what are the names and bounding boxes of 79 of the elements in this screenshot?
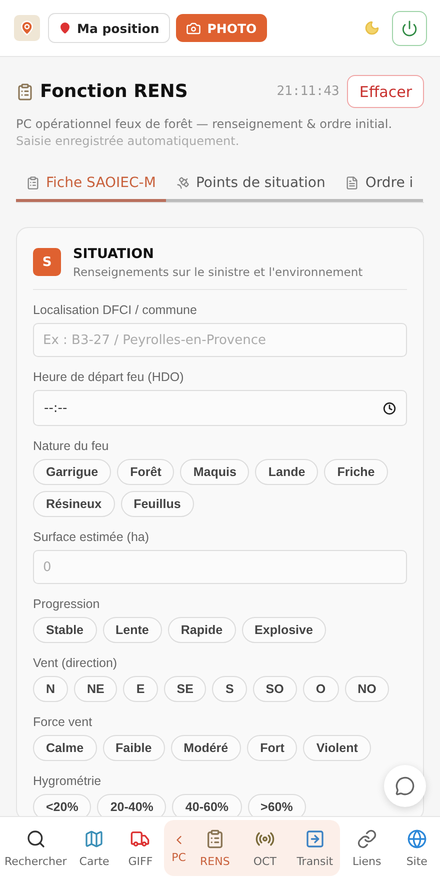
tab[interactable]: Points de situation [166, 168, 336, 202]
input-field[interactable]: Ex : B3-27 / Peyrolles-en-Provence [33, 323, 407, 357]
option-chip[interactable]: Explosive [242, 617, 326, 643]
field-label: Vent (direction) [33, 656, 118, 670]
map-icon [84, 828, 104, 848]
camera-icon [186, 20, 202, 36]
nav-item[interactable]: Carte [71, 820, 118, 876]
photo-button[interactable]: PHOTO [176, 14, 267, 42]
option-chip[interactable]: SO [252, 676, 297, 702]
option-chip[interactable]: O [302, 676, 339, 702]
option-chip[interactable]: Maquis [180, 459, 250, 485]
clock-icon [383, 402, 396, 414]
link-icon [356, 828, 377, 848]
page-description: PC opérationnel feux de forêt — renseignement & ordre initial. Saisie enregistrée automatiquement. [16, 116, 394, 150]
option-chip[interactable]: Lente [102, 617, 162, 643]
back-button[interactable]: PC [168, 820, 190, 876]
clipboard-icon [26, 176, 40, 190]
option-chip[interactable]: Fort [247, 735, 298, 761]
field-label: Force vent [33, 715, 94, 729]
tab[interactable]: Ordre i [335, 168, 424, 202]
chat-icon [395, 776, 415, 796]
tab[interactable]: Fiche SAOIEC-M [16, 168, 166, 202]
arrow-right-icon [304, 828, 325, 848]
nav-item[interactable]: Rechercher [0, 820, 72, 876]
field-label: Nature du feu [33, 439, 110, 453]
option-chip[interactable]: <20% [33, 794, 92, 816]
option-chip[interactable]: Stable [33, 617, 97, 643]
nav-item[interactable]: OCT [240, 820, 290, 876]
clock-time: 21:11:43 [276, 84, 340, 99]
field-label: Localisation DFCI / commune [33, 303, 198, 317]
document-icon [345, 176, 360, 190]
section-subtitle: Renseignements sur le sinistre et l'environnement [73, 265, 363, 279]
satellite-icon [176, 176, 190, 190]
option-chip[interactable]: NO [344, 676, 390, 702]
option-chip[interactable]: Garrigue [33, 459, 112, 485]
power-button[interactable] [392, 10, 427, 46]
nav-item[interactable]: Liens [340, 820, 394, 876]
map-pin-icon [19, 20, 35, 36]
option-chip[interactable]: Calme [33, 735, 97, 761]
nav-item[interactable]: GIFF [117, 820, 164, 876]
clear-button[interactable]: Effacer [347, 75, 424, 108]
option-chip[interactable]: Rapide [168, 617, 236, 643]
position-button[interactable]: Ma position [48, 13, 170, 43]
option-chip[interactable]: 40-60% [172, 794, 242, 816]
search-icon [26, 828, 46, 848]
option-chip[interactable]: >60% [248, 794, 306, 816]
option-chip[interactable]: Lande [255, 459, 318, 485]
power-icon [401, 20, 418, 36]
option-chip[interactable]: Modéré [170, 735, 242, 761]
option-chip[interactable]: S [212, 676, 247, 702]
option-chip[interactable]: Violent [303, 735, 371, 761]
time-field[interactable]: --:-- [33, 390, 407, 426]
option-chip[interactable]: NE [74, 676, 118, 702]
section-title: SITUATION [73, 246, 155, 262]
nav-item[interactable]: RENS [190, 820, 240, 876]
globe-icon [406, 828, 427, 848]
field-label: Heure de départ feu (HDO) [33, 370, 185, 384]
nav-item[interactable]: Transit [290, 820, 340, 876]
option-chip[interactable]: 20-40% [97, 794, 166, 816]
nav-item[interactable]: Site [394, 820, 440, 876]
option-chip[interactable]: Friche [324, 459, 388, 485]
page-title: Fonction RENS [40, 81, 188, 102]
section-letter: S [33, 248, 61, 276]
clipboard-icon [204, 828, 225, 848]
option-chip[interactable]: Forêt [117, 459, 174, 485]
option-chip[interactable]: Résineux [33, 491, 115, 517]
field-label: Hygrométrie [33, 774, 102, 788]
option-chip[interactable]: SE [164, 676, 206, 702]
option-chip[interactable]: N [33, 676, 68, 702]
clipboard-icon [16, 82, 34, 100]
pin-icon [59, 22, 71, 34]
fire-truck-icon [130, 828, 150, 848]
option-chip[interactable]: Feuillus [120, 491, 194, 517]
moon-icon [364, 20, 380, 36]
option-chip[interactable]: E [123, 676, 158, 702]
field-label: Progression [33, 597, 101, 611]
field-label: Surface estimée (ha) [33, 530, 150, 544]
option-chip[interactable]: Faible [102, 735, 165, 761]
input-field[interactable]: 0 [33, 550, 407, 584]
